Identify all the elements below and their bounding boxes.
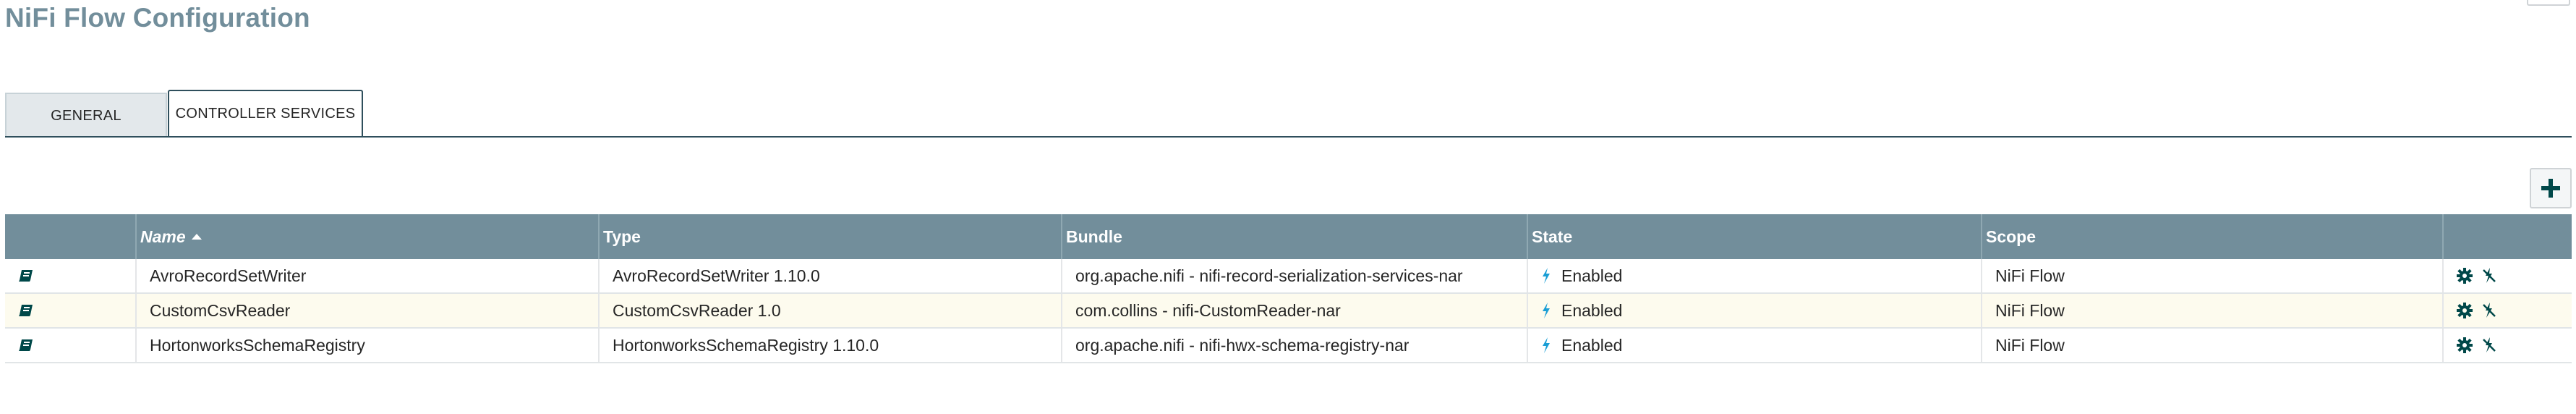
column-divider[interactable] [1527,214,1528,259]
cell-divider [1061,259,1062,292]
cell-divider [1061,329,1062,362]
column-header-type[interactable]: Type [603,214,641,259]
book-icon[interactable] [18,269,34,282]
column-divider[interactable] [135,214,137,259]
table-header: Name Type Bundle State Scope [5,214,2572,259]
cell-divider [1061,294,1062,327]
cell-divider [2442,329,2444,362]
cell-bundle: org.apache.nifi - nifi-record-serializat… [1075,266,1463,285]
cell-divider [1981,329,1982,362]
cell-state: Enabled [1541,259,1622,292]
book-icon[interactable] [18,304,34,317]
table-row[interactable]: HortonworksSchemaRegistry HortonworksSch… [5,329,2572,363]
cell-scope: NiFi Flow [1995,266,2065,285]
cell-type: HortonworksSchemaRegistry 1.10.0 [613,335,879,355]
column-header-name-label: Name [140,227,186,246]
cell-scope: NiFi Flow [1995,300,2065,320]
cell-bundle: org.apache.nifi - nifi-hwx-schema-regist… [1075,335,1409,355]
plus-icon [2541,179,2560,198]
column-divider[interactable] [598,214,600,259]
disable-bolt-icon[interactable] [2481,302,2497,319]
table-row[interactable]: CustomCsvReader CustomCsvReader 1.0 com.… [5,294,2572,329]
cell-divider [598,329,600,362]
row-icon-cell [5,329,135,362]
column-header-bundle[interactable]: Bundle [1066,214,1122,259]
cell-state: Enabled [1541,329,1622,362]
row-icon-cell [5,294,135,327]
cell-divider [598,294,600,327]
cell-divider [1981,294,1982,327]
sort-ascending-icon [191,234,202,240]
row-icon-cell [5,259,135,292]
tab-underline [5,136,2572,138]
controller-services-table: Name Type Bundle State Scope AvroRecordS… [5,214,2572,363]
gear-icon[interactable] [2457,337,2473,353]
cell-divider [1527,294,1528,327]
lightning-bolt-icon [1541,268,1551,284]
cell-scope: NiFi Flow [1995,335,2065,355]
lightning-bolt-icon [1541,303,1551,318]
page-title: NiFi Flow Configuration [5,3,310,33]
cell-divider [135,329,137,362]
column-header-state[interactable]: State [1532,214,1572,259]
disable-bolt-icon[interactable] [2481,267,2497,284]
column-divider[interactable] [1061,214,1062,259]
cell-type: CustomCsvReader 1.0 [613,300,781,320]
row-actions [2457,294,2497,327]
disable-bolt-icon[interactable] [2481,337,2497,354]
state-label: Enabled [1561,300,1623,320]
window-corner [2527,0,2570,6]
add-controller-service-button[interactable] [2530,168,2572,208]
tab-general[interactable]: GENERAL [5,93,167,138]
table-row[interactable]: AvroRecordSetWriter AvroRecordSetWriter … [5,259,2572,294]
cell-divider [135,294,137,327]
cell-divider [2442,294,2444,327]
cell-divider [598,259,600,292]
book-icon[interactable] [18,339,34,352]
column-header-scope[interactable]: Scope [1986,214,2036,259]
cell-divider [1527,259,1528,292]
row-actions [2457,329,2497,362]
cell-name: AvroRecordSetWriter [150,266,307,285]
gear-icon[interactable] [2457,268,2473,284]
cell-divider [135,259,137,292]
cell-divider [1981,259,1982,292]
column-header-name[interactable]: Name [140,214,202,259]
column-divider[interactable] [2442,214,2444,259]
column-divider[interactable] [1981,214,1982,259]
icon-column-header [5,214,135,259]
state-label: Enabled [1561,335,1623,355]
cell-state: Enabled [1541,294,1622,327]
cell-bundle: com.collins - nifi-CustomReader-nar [1075,300,1341,320]
cell-name: HortonworksSchemaRegistry [150,335,365,355]
lightning-bolt-icon [1541,337,1551,353]
cell-divider [2442,259,2444,292]
state-label: Enabled [1561,266,1623,285]
tab-controller-services[interactable]: CONTROLLER SERVICES [168,90,363,138]
cell-divider [1527,329,1528,362]
cell-name: CustomCsvReader [150,300,291,320]
row-actions [2457,259,2497,292]
cell-type: AvroRecordSetWriter 1.10.0 [613,266,820,285]
gear-icon[interactable] [2457,303,2473,318]
